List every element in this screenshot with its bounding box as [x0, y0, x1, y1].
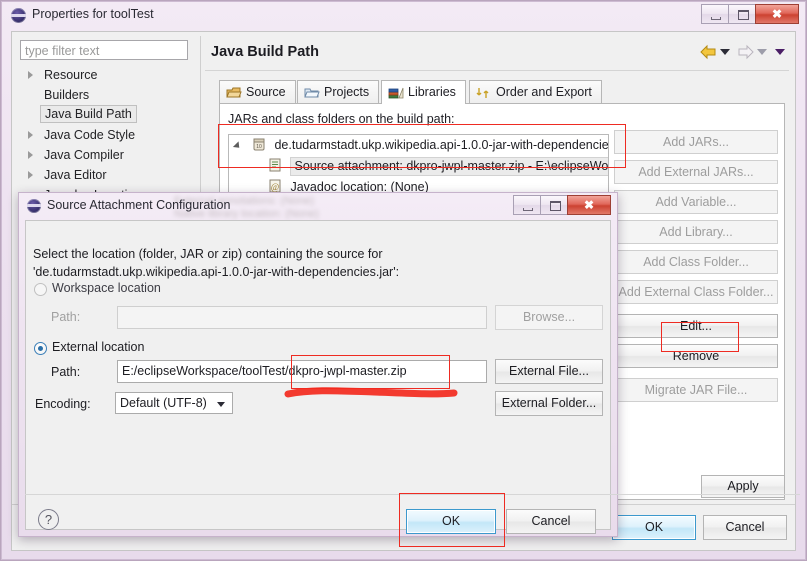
ok-button[interactable]: OK — [612, 515, 696, 540]
sidebar-item-label: Java Editor — [44, 168, 107, 182]
forward-dropdown-caret-icon — [757, 49, 767, 55]
expand-twisty-icon[interactable] — [232, 141, 243, 151]
svg-text:@: @ — [271, 182, 279, 192]
workspace-location-radio[interactable] — [34, 283, 47, 296]
workspace-path-label: Path: — [51, 310, 81, 324]
workspace-location-label: Workspace location — [52, 281, 161, 295]
help-question-icon[interactable]: ? — [38, 509, 59, 530]
dialog-cancel-button[interactable]: Cancel — [506, 509, 596, 534]
projects-folder-icon — [304, 85, 320, 101]
dialog-window-controls: ✖ — [513, 195, 611, 215]
sidebar-item-builders[interactable]: Builders — [20, 85, 193, 105]
external-file-button[interactable]: External File... — [495, 359, 603, 384]
sidebar-item-label: Java Code Style — [44, 128, 136, 142]
close-button[interactable]: ✖ — [755, 4, 799, 24]
eclipse-icon — [11, 8, 26, 23]
sidebar-item-java-editor[interactable]: Java Editor — [20, 165, 193, 185]
add-variable-button[interactable]: Add Variable... — [614, 190, 778, 214]
tab-label: Source — [246, 85, 286, 99]
source-folder-icon — [226, 85, 242, 101]
back-dropdown-caret-icon[interactable] — [720, 49, 730, 55]
chevron-right-icon — [28, 131, 33, 139]
browse-button[interactable]: Browse... — [495, 305, 603, 330]
order-export-icon — [476, 85, 492, 101]
page-title-divider — [205, 70, 789, 71]
tab-label: Order and Export — [496, 85, 592, 99]
filter-input[interactable]: type filter text — [20, 40, 188, 60]
encoding-select[interactable]: Default (UTF-8) — [115, 392, 233, 414]
window-title: Properties for toolTest — [32, 7, 154, 21]
remove-button[interactable]: Remove — [614, 344, 778, 368]
tab-projects[interactable]: Projects — [297, 80, 380, 104]
external-location-label: External location — [52, 340, 145, 354]
libraries-books-icon — [388, 85, 404, 101]
back-arrow-icon[interactable] — [699, 44, 718, 60]
external-path-input[interactable]: E:/eclipseWorkspace/toolTest/dkpro-jwpl-… — [117, 360, 487, 383]
table-row[interactable]: 10 de.tudarmstadt.ukp.wikipedia.api-1.0.… — [229, 135, 608, 156]
minimize-button[interactable] — [513, 195, 541, 215]
jar-label: Source attachment: dkpro-jwpl-master.zip… — [290, 157, 608, 176]
close-button[interactable]: ✖ — [567, 195, 611, 215]
sidebar-item-label: Resource — [44, 68, 98, 82]
screen-root: Properties for toolTest ✖ type filter te… — [0, 0, 807, 561]
tab-libraries[interactable]: Libraries — [381, 80, 466, 104]
add-library-button[interactable]: Add Library... — [614, 220, 778, 244]
sidebar-item-java-code-style[interactable]: Java Code Style — [20, 125, 193, 145]
migrate-jar-file-button[interactable]: Migrate JAR File... — [614, 378, 778, 402]
chevron-right-icon — [28, 151, 33, 159]
add-class-folder-button[interactable]: Add Class Folder... — [614, 250, 778, 274]
tab-label: Libraries — [408, 85, 456, 99]
jar-label: de.tudarmstadt.ukp.wikipedia.api-1.0.0-j… — [274, 138, 609, 152]
jars-label: JARs and class folders on the build path… — [228, 112, 455, 126]
sidebar-item-resource[interactable]: Resource — [20, 65, 193, 85]
sidebar-item-label: Java Build Path — [40, 105, 137, 123]
tab-source[interactable]: Source — [219, 80, 296, 104]
add-external-class-folder-button[interactable]: Add External Class Folder... — [614, 280, 778, 304]
dialog-description-line-2: 'de.tudarmstadt.ukp.wikipedia.api-1.0.0-… — [33, 265, 400, 279]
jar-icon: 10 — [251, 136, 267, 152]
page-nav-buttons — [699, 44, 785, 60]
tab-bar: Source Projects Libraries Order and Expo… — [219, 80, 785, 104]
workspace-path-input[interactable] — [117, 306, 487, 329]
forward-arrow-icon — [736, 44, 755, 60]
dialog-title: Source Attachment Configuration — [47, 198, 231, 212]
add-jars-button[interactable]: Add JARs... — [614, 130, 778, 154]
tab-order-and-export[interactable]: Order and Export — [469, 80, 602, 104]
external-folder-button[interactable]: External Folder... — [495, 391, 603, 416]
chevron-right-icon — [28, 71, 33, 79]
page-menu-caret-icon[interactable] — [775, 49, 785, 55]
dialog-footer-divider — [25, 494, 800, 495]
maximize-button[interactable] — [540, 195, 568, 215]
external-location-radio[interactable] — [34, 342, 47, 355]
sidebar-item-java-build-path[interactable]: Java Build Path — [20, 105, 193, 125]
window-controls: ✖ — [701, 4, 799, 24]
sidebar-item-label: Java Compiler — [44, 148, 124, 162]
table-row[interactable]: Source attachment: dkpro-jwpl-master.zip… — [229, 156, 608, 177]
maximize-button[interactable] — [728, 4, 756, 24]
properties-titlebar[interactable]: Properties for toolTest ✖ — [2, 2, 805, 30]
chevron-right-icon — [28, 171, 33, 179]
dialog-ok-button[interactable]: OK — [406, 509, 496, 534]
sidebar-item-java-compiler[interactable]: Java Compiler — [20, 145, 193, 165]
minimize-button[interactable] — [701, 4, 729, 24]
svg-text:10: 10 — [256, 144, 262, 150]
cancel-button[interactable]: Cancel — [703, 515, 787, 540]
chevron-down-icon — [217, 402, 225, 407]
encoding-value: Default (UTF-8) — [120, 396, 207, 410]
add-external-jars-button[interactable]: Add External JARs... — [614, 160, 778, 184]
sidebar-item-label: Builders — [44, 88, 90, 102]
source-attachment-icon — [267, 157, 283, 173]
encoding-label: Encoding: — [35, 397, 91, 411]
eclipse-icon — [27, 199, 41, 213]
tab-label: Projects — [324, 85, 370, 99]
libraries-action-buttons: Add JARs... Add External JARs... Add Var… — [614, 130, 778, 408]
dialog-description-line-1: Select the location (folder, JAR or zip)… — [33, 247, 383, 261]
page-title: Java Build Path — [211, 44, 319, 60]
external-path-label: Path: — [51, 365, 81, 379]
edit-button[interactable]: Edit... — [614, 314, 778, 338]
